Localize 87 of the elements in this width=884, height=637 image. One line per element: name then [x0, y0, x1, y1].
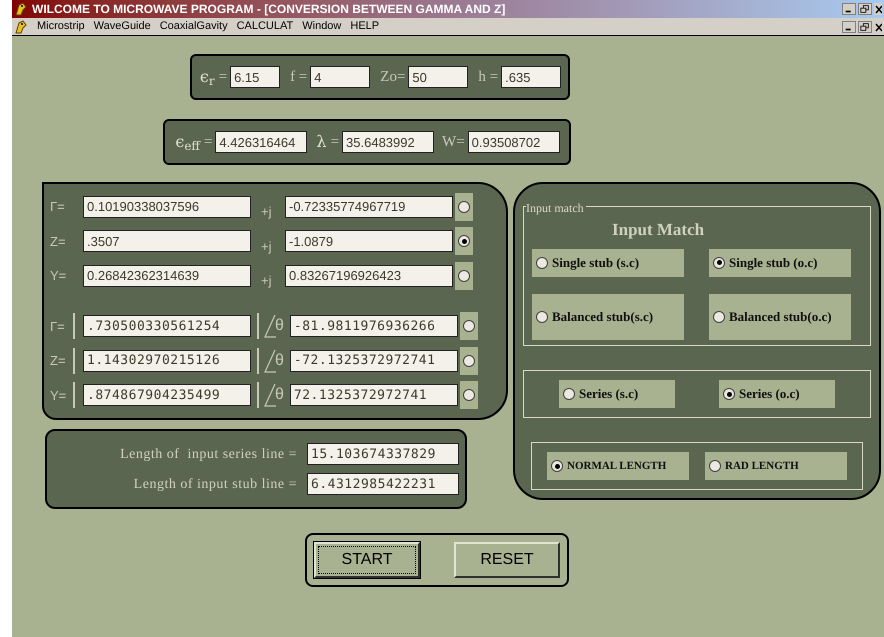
value-field[interactable]: 0.83267196926423	[285, 264, 453, 287]
radio-button[interactable]	[709, 460, 721, 472]
row-label: Γ=	[50, 198, 66, 216]
radio-button[interactable]	[458, 200, 470, 213]
minimize-icon[interactable]	[842, 20, 856, 32]
radio-button[interactable]	[462, 389, 475, 402]
radio-button[interactable]	[536, 256, 548, 268]
angle-icon	[264, 348, 276, 374]
close-icon[interactable]	[874, 20, 882, 32]
menu-item[interactable]: Microstrip	[37, 18, 85, 35]
radio-button[interactable]	[462, 354, 475, 367]
group-heading: Input Match	[612, 219, 704, 241]
menu-item[interactable]: CoaxialGavity	[160, 18, 228, 35]
radio-button[interactable]	[723, 388, 735, 400]
value-field[interactable]: .730500330561254	[83, 315, 251, 338]
radio-option[interactable]: RAD LENGTH	[705, 452, 847, 480]
length-label: Length of input series line =	[120, 446, 297, 464]
row-label: Y=	[50, 386, 68, 404]
row-label: Γ=	[50, 318, 66, 336]
minimize-icon[interactable]	[842, 3, 856, 15]
value-field[interactable]: 1.14302970215126	[83, 350, 251, 372]
angle-symbol: θ	[275, 385, 284, 406]
param-label: h =	[478, 68, 498, 87]
radio-button[interactable]	[551, 460, 563, 472]
angle-icon	[264, 313, 276, 340]
menu-item[interactable]: CALCULAT	[236, 18, 294, 35]
value-field[interactable]: -81.9811976936266	[290, 315, 458, 338]
value-field[interactable]: 35.6483992	[342, 131, 434, 153]
value-field[interactable]: .635	[501, 66, 562, 88]
value-field[interactable]: 72.1325372972741	[290, 384, 458, 406]
angle-symbol: θ	[275, 350, 284, 371]
length-label: Length of input stub line =	[134, 476, 297, 494]
action-button[interactable]: RESET	[454, 542, 560, 578]
menu-item[interactable]: Window	[302, 18, 342, 35]
radio-option[interactable]: NORMAL LENGTH	[547, 452, 689, 480]
value-field[interactable]: 50	[408, 66, 468, 88]
symbol-label: є$_{r}$	[198, 69, 216, 85]
imaginary-label: +j	[261, 272, 272, 290]
result-label: W=	[442, 132, 465, 152]
symbol-label: є$_{eff}$	[174, 134, 201, 150]
imaginary-label: +j	[261, 203, 272, 221]
restore-icon[interactable]	[858, 20, 872, 32]
param-label: f =	[290, 68, 308, 87]
symbol-label: λ	[315, 134, 328, 150]
angle-symbol: θ	[275, 316, 284, 336]
imaginary-label: +j	[261, 238, 272, 256]
radio-button[interactable]	[563, 388, 575, 400]
value-field[interactable]: 15.103674337829	[307, 443, 459, 465]
app-icon	[14, 2, 28, 16]
radio-button[interactable]	[458, 235, 470, 248]
value-field[interactable]: 0.26842362314639	[83, 264, 251, 287]
restore-icon[interactable]	[858, 3, 872, 15]
value-field[interactable]: 6.15	[230, 66, 280, 88]
radio-button[interactable]	[713, 310, 725, 322]
radio-button[interactable]	[536, 310, 548, 322]
value-field[interactable]: .3507	[83, 230, 251, 252]
radio-option[interactable]: Series (o.c)	[719, 380, 835, 408]
value-field[interactable]: -72.1325372972741	[290, 350, 458, 372]
menu-item[interactable]: WaveGuide	[94, 18, 151, 35]
value-field[interactable]: 4	[310, 66, 370, 88]
action-button[interactable]: START	[314, 542, 420, 578]
radio-option[interactable]: Series (s.c)	[559, 380, 675, 408]
radio-option[interactable]: Balanced stub(o.c)	[709, 294, 851, 340]
result-label: =	[330, 132, 340, 152]
row-label: Y=	[50, 267, 68, 285]
param-label: =	[218, 68, 228, 87]
value-field[interactable]: -0.72335774967719	[285, 196, 453, 218]
row-label: Z=	[50, 352, 67, 370]
row-label: Z=	[50, 232, 67, 250]
radio-button[interactable]	[462, 320, 475, 332]
param-label: Zo=	[380, 68, 406, 87]
value-field[interactable]: -1.0879	[285, 230, 453, 252]
value-field[interactable]: 6.4312985422231	[307, 473, 459, 495]
result-label: =	[204, 132, 212, 152]
close-icon[interactable]	[874, 3, 882, 15]
radio-option[interactable]: Balanced stub(s.c)	[532, 294, 684, 340]
radio-option[interactable]: Single stub (o.c)	[709, 248, 851, 276]
value-field[interactable]: 0.10190338037596	[83, 196, 251, 218]
radio-button[interactable]	[713, 256, 725, 268]
value-field[interactable]: 4.426316464	[215, 131, 308, 153]
radio-option[interactable]: Single stub (s.c)	[532, 248, 684, 276]
radio-button[interactable]	[458, 270, 470, 282]
menu-item[interactable]: HELP	[350, 18, 380, 35]
value-field[interactable]: 0.93508702	[468, 131, 560, 153]
window-title: WILCOME TO MICROWAVE PROGRAM - [CONVERSION BETWEEN GAMMA AND Z]	[32, 1, 506, 18]
angle-icon	[264, 382, 276, 408]
value-field[interactable]: .874867904235499	[83, 384, 251, 406]
